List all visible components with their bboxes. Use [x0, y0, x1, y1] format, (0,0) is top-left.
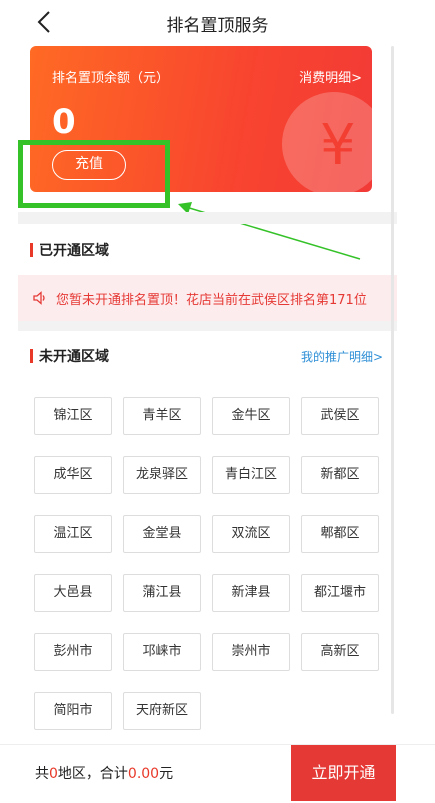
district-button[interactable]: 青白江区: [212, 456, 290, 494]
summary-prefix: 共: [35, 766, 49, 782]
open-now-button[interactable]: 立即开通: [291, 745, 396, 801]
district-button[interactable]: 成华区: [34, 456, 112, 494]
highlight-box: [18, 140, 170, 208]
district-button[interactable]: 简阳市: [34, 692, 112, 730]
district-button[interactable]: 崇州市: [212, 633, 290, 671]
opened-title-text: 已开通区域: [39, 243, 109, 259]
highlight-arrow-icon: [178, 202, 361, 260]
unopened-section-title: 未开通区域: [30, 346, 109, 366]
footer-summary: 共0地区，合计0.00元: [35, 763, 173, 783]
notice-banner: 您暂未开通排名置顶！花店当前在武侯区排名第171位: [18, 275, 397, 321]
district-button[interactable]: 金牛区: [212, 397, 290, 435]
district-button[interactable]: 大邑县: [34, 574, 112, 612]
district-button[interactable]: 郫都区: [301, 515, 379, 553]
scrollbar[interactable]: [391, 46, 394, 714]
district-count: 0: [49, 766, 58, 782]
summary-suffix: 元: [159, 766, 174, 782]
district-button[interactable]: 邛崃市: [123, 633, 201, 671]
district-button[interactable]: 彭州市: [34, 633, 112, 671]
district-button[interactable]: 新津县: [212, 574, 290, 612]
coin-watermark-icon: ¥: [282, 92, 372, 192]
title-accent-bar: [30, 243, 33, 257]
section-divider: [18, 212, 397, 224]
district-button[interactable]: 金堂县: [123, 515, 201, 553]
balance-label: 排名置顶余额（元）: [52, 71, 170, 86]
district-button[interactable]: 温江区: [34, 515, 112, 553]
page: 排名置顶服务 ¥ 排名置顶余额（元） 消费明细> 0 充值 已开通区域 您暂未开…: [0, 0, 435, 803]
page-title: 排名置顶服务: [166, 16, 269, 36]
district-button[interactable]: 锦江区: [34, 397, 112, 435]
title-accent-bar: [30, 349, 33, 363]
district-button[interactable]: 蒲江县: [123, 574, 201, 612]
district-button[interactable]: 天府新区: [123, 692, 201, 730]
district-button[interactable]: 高新区: [301, 633, 379, 671]
district-button[interactable]: 青羊区: [123, 397, 201, 435]
notice-text: 您暂未开通排名置顶！花店当前在武侯区排名第171位: [56, 292, 367, 308]
district-button[interactable]: 龙泉驿区: [123, 456, 201, 494]
svg-text:¥: ¥: [320, 113, 356, 178]
district-button[interactable]: 武侯区: [301, 397, 379, 435]
summary-middle: 地区，合计: [57, 766, 128, 782]
district-button[interactable]: 双流区: [212, 515, 290, 553]
consumption-detail-link[interactable]: 消费明细>: [299, 67, 362, 86]
section-divider: [18, 321, 397, 331]
district-button[interactable]: 新都区: [301, 456, 379, 494]
speaker-icon: [33, 291, 45, 305]
footer-bar: 共0地区，合计0.00元 立即开通: [0, 744, 435, 803]
opened-section-title: 已开通区域: [30, 240, 109, 260]
promotion-detail-link[interactable]: 我的推广明细>: [301, 348, 383, 365]
unopened-title-text: 未开通区域: [39, 349, 109, 365]
header: 排名置顶服务: [0, 0, 435, 45]
balance-amount: 0: [52, 102, 76, 142]
total-amount: 0.00: [127, 766, 160, 782]
district-button[interactable]: 都江堰市: [301, 574, 379, 612]
